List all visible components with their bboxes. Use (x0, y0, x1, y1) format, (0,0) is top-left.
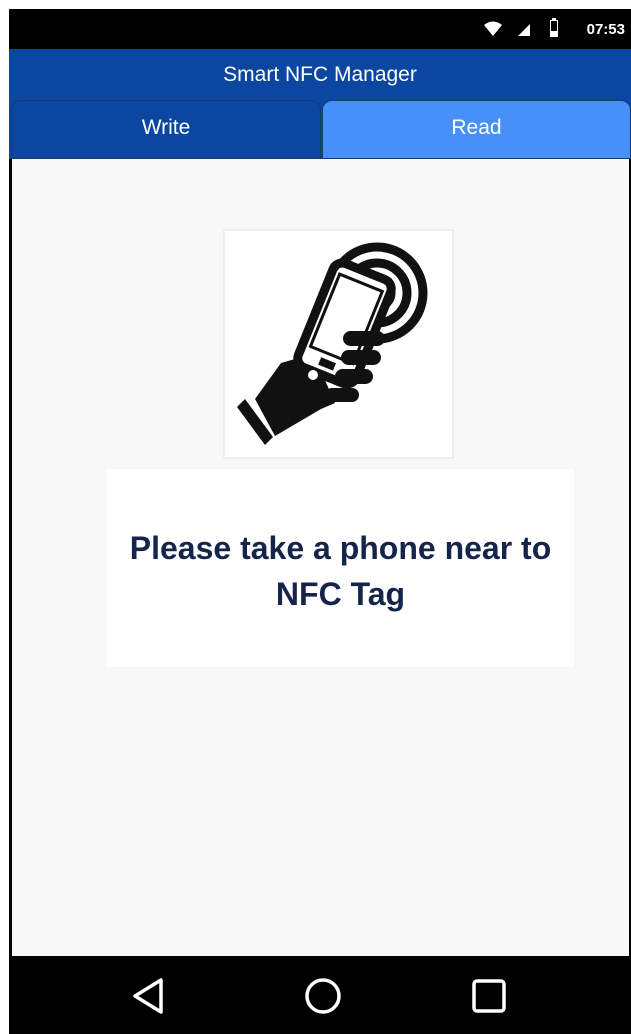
nfc-phone-hand-icon (223, 229, 454, 459)
status-time: 07:53 (586, 21, 625, 38)
signal-icon (518, 24, 530, 36)
instruction-message: Please take a phone near to NFC Tag (129, 530, 552, 612)
navigation-bar (9, 956, 631, 1034)
back-icon[interactable] (127, 974, 171, 1018)
tab-write[interactable]: Write (11, 100, 321, 159)
status-bar: 07:53 (9, 9, 631, 49)
wifi-icon (484, 21, 502, 36)
tab-bar: Write Read (9, 100, 631, 159)
home-icon[interactable] (301, 974, 345, 1018)
battery-icon (550, 18, 558, 37)
tab-read[interactable]: Read (322, 100, 631, 159)
phone-screen: 07:53 Smart NFC Manager Write Read Pleas… (9, 9, 631, 1034)
read-panel: Please take a phone near to NFC Tag (12, 159, 629, 956)
message-box: Please take a phone near to NFC Tag (107, 469, 574, 667)
app-title: Smart NFC Manager (9, 49, 631, 100)
recents-icon[interactable] (467, 974, 511, 1018)
